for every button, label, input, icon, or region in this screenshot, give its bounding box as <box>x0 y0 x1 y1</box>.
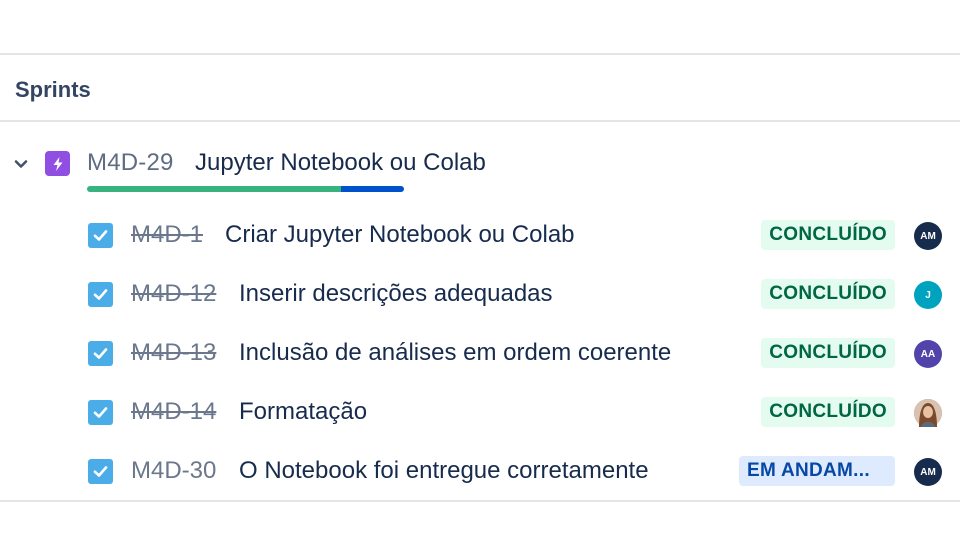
issue-key[interactable]: M4D-13 <box>131 339 216 367</box>
issue-key[interactable]: M4D-30 <box>131 457 216 485</box>
assignee-avatar[interactable]: J <box>914 281 942 309</box>
avatar-initials: AM <box>920 466 936 478</box>
issue-row[interactable]: M4D-13 Inclusão de análises em ordem coer… <box>0 332 960 372</box>
issue-title[interactable]: Formatação <box>239 398 367 426</box>
task-checkbox-icon <box>88 341 113 366</box>
bottom-divider <box>0 500 960 502</box>
task-checkbox-icon <box>88 400 113 425</box>
issue-row[interactable]: M4D-30 O Notebook foi entregue corretamen… <box>0 450 960 490</box>
issue-title[interactable]: O Notebook foi entregue corretamente <box>239 457 649 485</box>
status-badge[interactable]: CONCLUÍDO <box>761 220 895 250</box>
header-divider <box>0 120 960 122</box>
task-checkbox-icon <box>88 459 113 484</box>
epic-row[interactable]: M4D-29 Jupyter Notebook ou Colab <box>0 146 960 186</box>
epic-title[interactable]: Jupyter Notebook ou Colab <box>195 149 486 177</box>
epic-progress-bar <box>87 186 404 192</box>
epic-key[interactable]: M4D-29 <box>87 149 174 177</box>
avatar-initials: J <box>925 289 931 301</box>
status-badge[interactable]: CONCLUÍDO <box>761 397 895 427</box>
avatar-initials: AA <box>920 348 936 360</box>
progress-done-segment <box>87 186 341 192</box>
status-badge[interactable]: CONCLUÍDO <box>761 338 895 368</box>
chevron-down-icon[interactable] <box>11 154 31 174</box>
assignee-avatar[interactable]: AM <box>914 222 942 250</box>
task-checkbox-icon <box>88 223 113 248</box>
issue-row[interactable]: M4D-1 Criar Jupyter Notebook ou Colab CONC… <box>0 214 960 254</box>
avatar-initials: AM <box>920 230 936 242</box>
sprints-panel: Sprints M4D-29 Jupyter Notebook ou Colab… <box>0 0 960 540</box>
top-divider <box>0 53 960 55</box>
section-title: Sprints <box>15 77 91 102</box>
issue-row[interactable]: M4D-14 Formatação CONCLUÍDO <box>0 391 960 431</box>
issue-title[interactable]: Inclusão de análises em ordem coerente <box>239 339 671 367</box>
issue-key[interactable]: M4D-12 <box>131 280 216 308</box>
issue-title[interactable]: Inserir descrições adequadas <box>239 280 553 308</box>
issue-row[interactable]: M4D-12 Inserir descrições adequadas CONCLU… <box>0 273 960 313</box>
issue-key[interactable]: M4D-14 <box>131 398 216 426</box>
status-badge[interactable]: CONCLUÍDO <box>761 279 895 309</box>
lightning-icon <box>45 151 70 176</box>
task-checkbox-icon <box>88 282 113 307</box>
progress-in-progress-segment <box>340 186 404 192</box>
status-badge[interactable]: EM ANDAM... <box>739 456 895 486</box>
assignee-avatar[interactable] <box>914 399 942 427</box>
assignee-avatar[interactable]: AM <box>914 458 942 486</box>
issue-key[interactable]: M4D-1 <box>131 221 203 249</box>
issue-title[interactable]: Criar Jupyter Notebook ou Colab <box>225 221 575 249</box>
assignee-avatar[interactable]: AA <box>914 340 942 368</box>
